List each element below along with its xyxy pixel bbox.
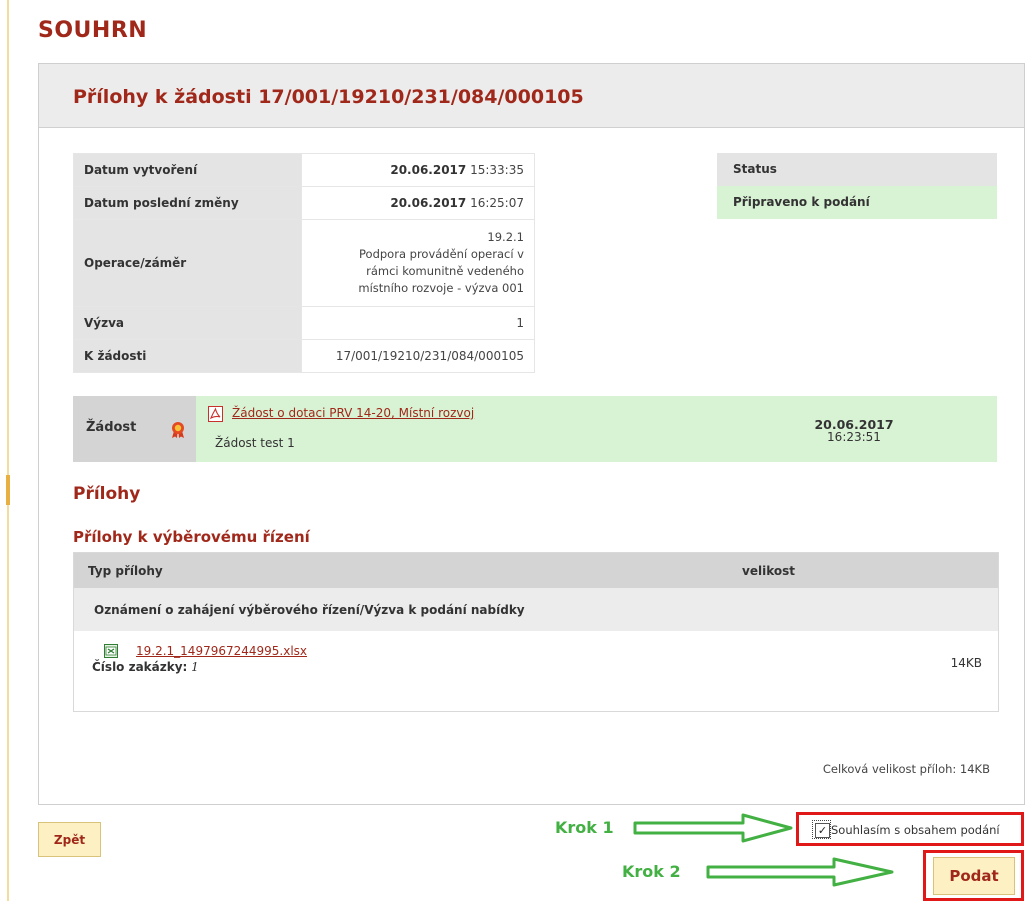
left-border-accent xyxy=(6,475,10,505)
call-label: Výzva xyxy=(73,306,302,340)
order-number: Číslo zakázky: 1 xyxy=(92,660,199,674)
application-time: 16:23:51 xyxy=(827,430,881,444)
right-arrow-icon xyxy=(706,857,894,887)
modified-date: 20.06.2017 xyxy=(390,196,467,210)
panel-title: Přílohy k žádosti 17/001/19210/231/084/0… xyxy=(73,86,584,108)
attachments-title: Přílohy xyxy=(73,484,141,504)
panel-header: Přílohy k žádosti 17/001/19210/231/084/0… xyxy=(39,64,1024,128)
attachment-file-link[interactable]: 19.2.1_1497967244995.xlsx xyxy=(136,644,307,658)
consent-checkbox[interactable]: ✓ xyxy=(815,823,830,838)
application-pdf-link[interactable]: Žádost o dotaci PRV 14-20, Místní rozvoj xyxy=(232,406,474,420)
status-value: Připraveno k podání xyxy=(717,186,997,219)
status-box: Status Připraveno k podání xyxy=(717,153,997,219)
application-row: Žádost Žádost o dotaci PRV 14-20, Místní… xyxy=(73,396,997,462)
status-label: Status xyxy=(717,153,997,186)
info-table: Datum vytvoření 20.06.2017 15:33:35 Datu… xyxy=(73,153,535,373)
created-value: 20.06.2017 15:33:35 xyxy=(301,153,535,187)
application-id-value: 17/001/19210/231/084/000105 xyxy=(301,339,535,373)
operation-value: 19.2.1 Podpora provádění operací v rámci… xyxy=(301,219,535,307)
page-heading: SOUHRN xyxy=(38,18,148,43)
excel-file-icon xyxy=(104,644,118,658)
attachments-group-label: Oznámení o zahájení výběrového řízení/Vý… xyxy=(94,603,525,617)
application-note: Žádost test 1 xyxy=(215,436,295,450)
operation-line: Podpora provádění operací v xyxy=(359,247,524,261)
modified-value: 20.06.2017 16:25:07 xyxy=(301,186,535,220)
step-2-label: Krok 2 xyxy=(622,862,681,881)
attachment-file-size: 14KB xyxy=(950,656,982,670)
operation-line: místního rozvoje - výzva 001 xyxy=(358,281,524,295)
pdf-icon xyxy=(208,406,223,422)
consent-highlight-box: ✓ Souhlasím s obsahem podání xyxy=(796,812,1024,846)
operation-line: rámci komunitně vedeného xyxy=(366,264,524,278)
order-number-label: Číslo zakázky: xyxy=(92,660,188,674)
step-1-label: Krok 1 xyxy=(555,818,614,837)
submit-highlight-box: Podat xyxy=(923,850,1024,901)
attachments-total-size: Celková velikost příloh: 14KB xyxy=(822,762,990,776)
col-type-header: Typ přílohy xyxy=(88,564,163,578)
modified-time: 16:25:07 xyxy=(470,196,524,210)
created-time: 15:33:35 xyxy=(470,163,524,177)
order-number-value: 1 xyxy=(191,660,199,674)
application-label-cell: Žádost xyxy=(73,396,196,462)
application-datetime: 20.06.2017 16:23:51 xyxy=(809,418,899,444)
summary-panel: Přílohy k žádosti 17/001/19210/231/084/0… xyxy=(38,63,1025,805)
attachments-header: Typ přílohy velikost xyxy=(74,553,998,588)
col-size-header: velikost xyxy=(742,564,795,578)
right-arrow-icon xyxy=(633,813,793,843)
info-row-created: Datum vytvoření 20.06.2017 15:33:35 xyxy=(73,153,535,187)
submit-button[interactable]: Podat xyxy=(933,857,1015,895)
consent-label[interactable]: Souhlasím s obsahem podání xyxy=(831,823,1000,837)
attachments-group-row: Oznámení o zahájení výběrového řízení/Vý… xyxy=(74,588,998,631)
left-border-line xyxy=(7,0,9,901)
info-row-modified: Datum poslední změny 20.06.2017 16:25:07 xyxy=(73,186,535,220)
modified-label: Datum poslední změny xyxy=(73,186,302,220)
attachments-subtitle: Přílohy k výběrovému řízení xyxy=(73,528,310,546)
created-label: Datum vytvoření xyxy=(73,153,302,187)
application-label: Žádost xyxy=(86,420,137,435)
info-row-application: K žádosti 17/001/19210/231/084/000105 xyxy=(73,339,535,373)
back-button[interactable]: Zpět xyxy=(38,822,101,857)
info-row-call: Výzva 1 xyxy=(73,306,535,340)
operation-label: Operace/záměr xyxy=(73,219,302,307)
created-date: 20.06.2017 xyxy=(390,163,467,177)
attachments-table: Typ přílohy velikost Oznámení o zahájení… xyxy=(73,552,999,712)
call-value: 1 xyxy=(301,306,535,340)
info-row-operation: Operace/záměr 19.2.1 Podpora provádění o… xyxy=(73,219,535,307)
operation-line: 19.2.1 xyxy=(487,230,524,244)
award-ribbon-icon xyxy=(172,422,184,438)
application-id-label: K žádosti xyxy=(73,339,302,373)
